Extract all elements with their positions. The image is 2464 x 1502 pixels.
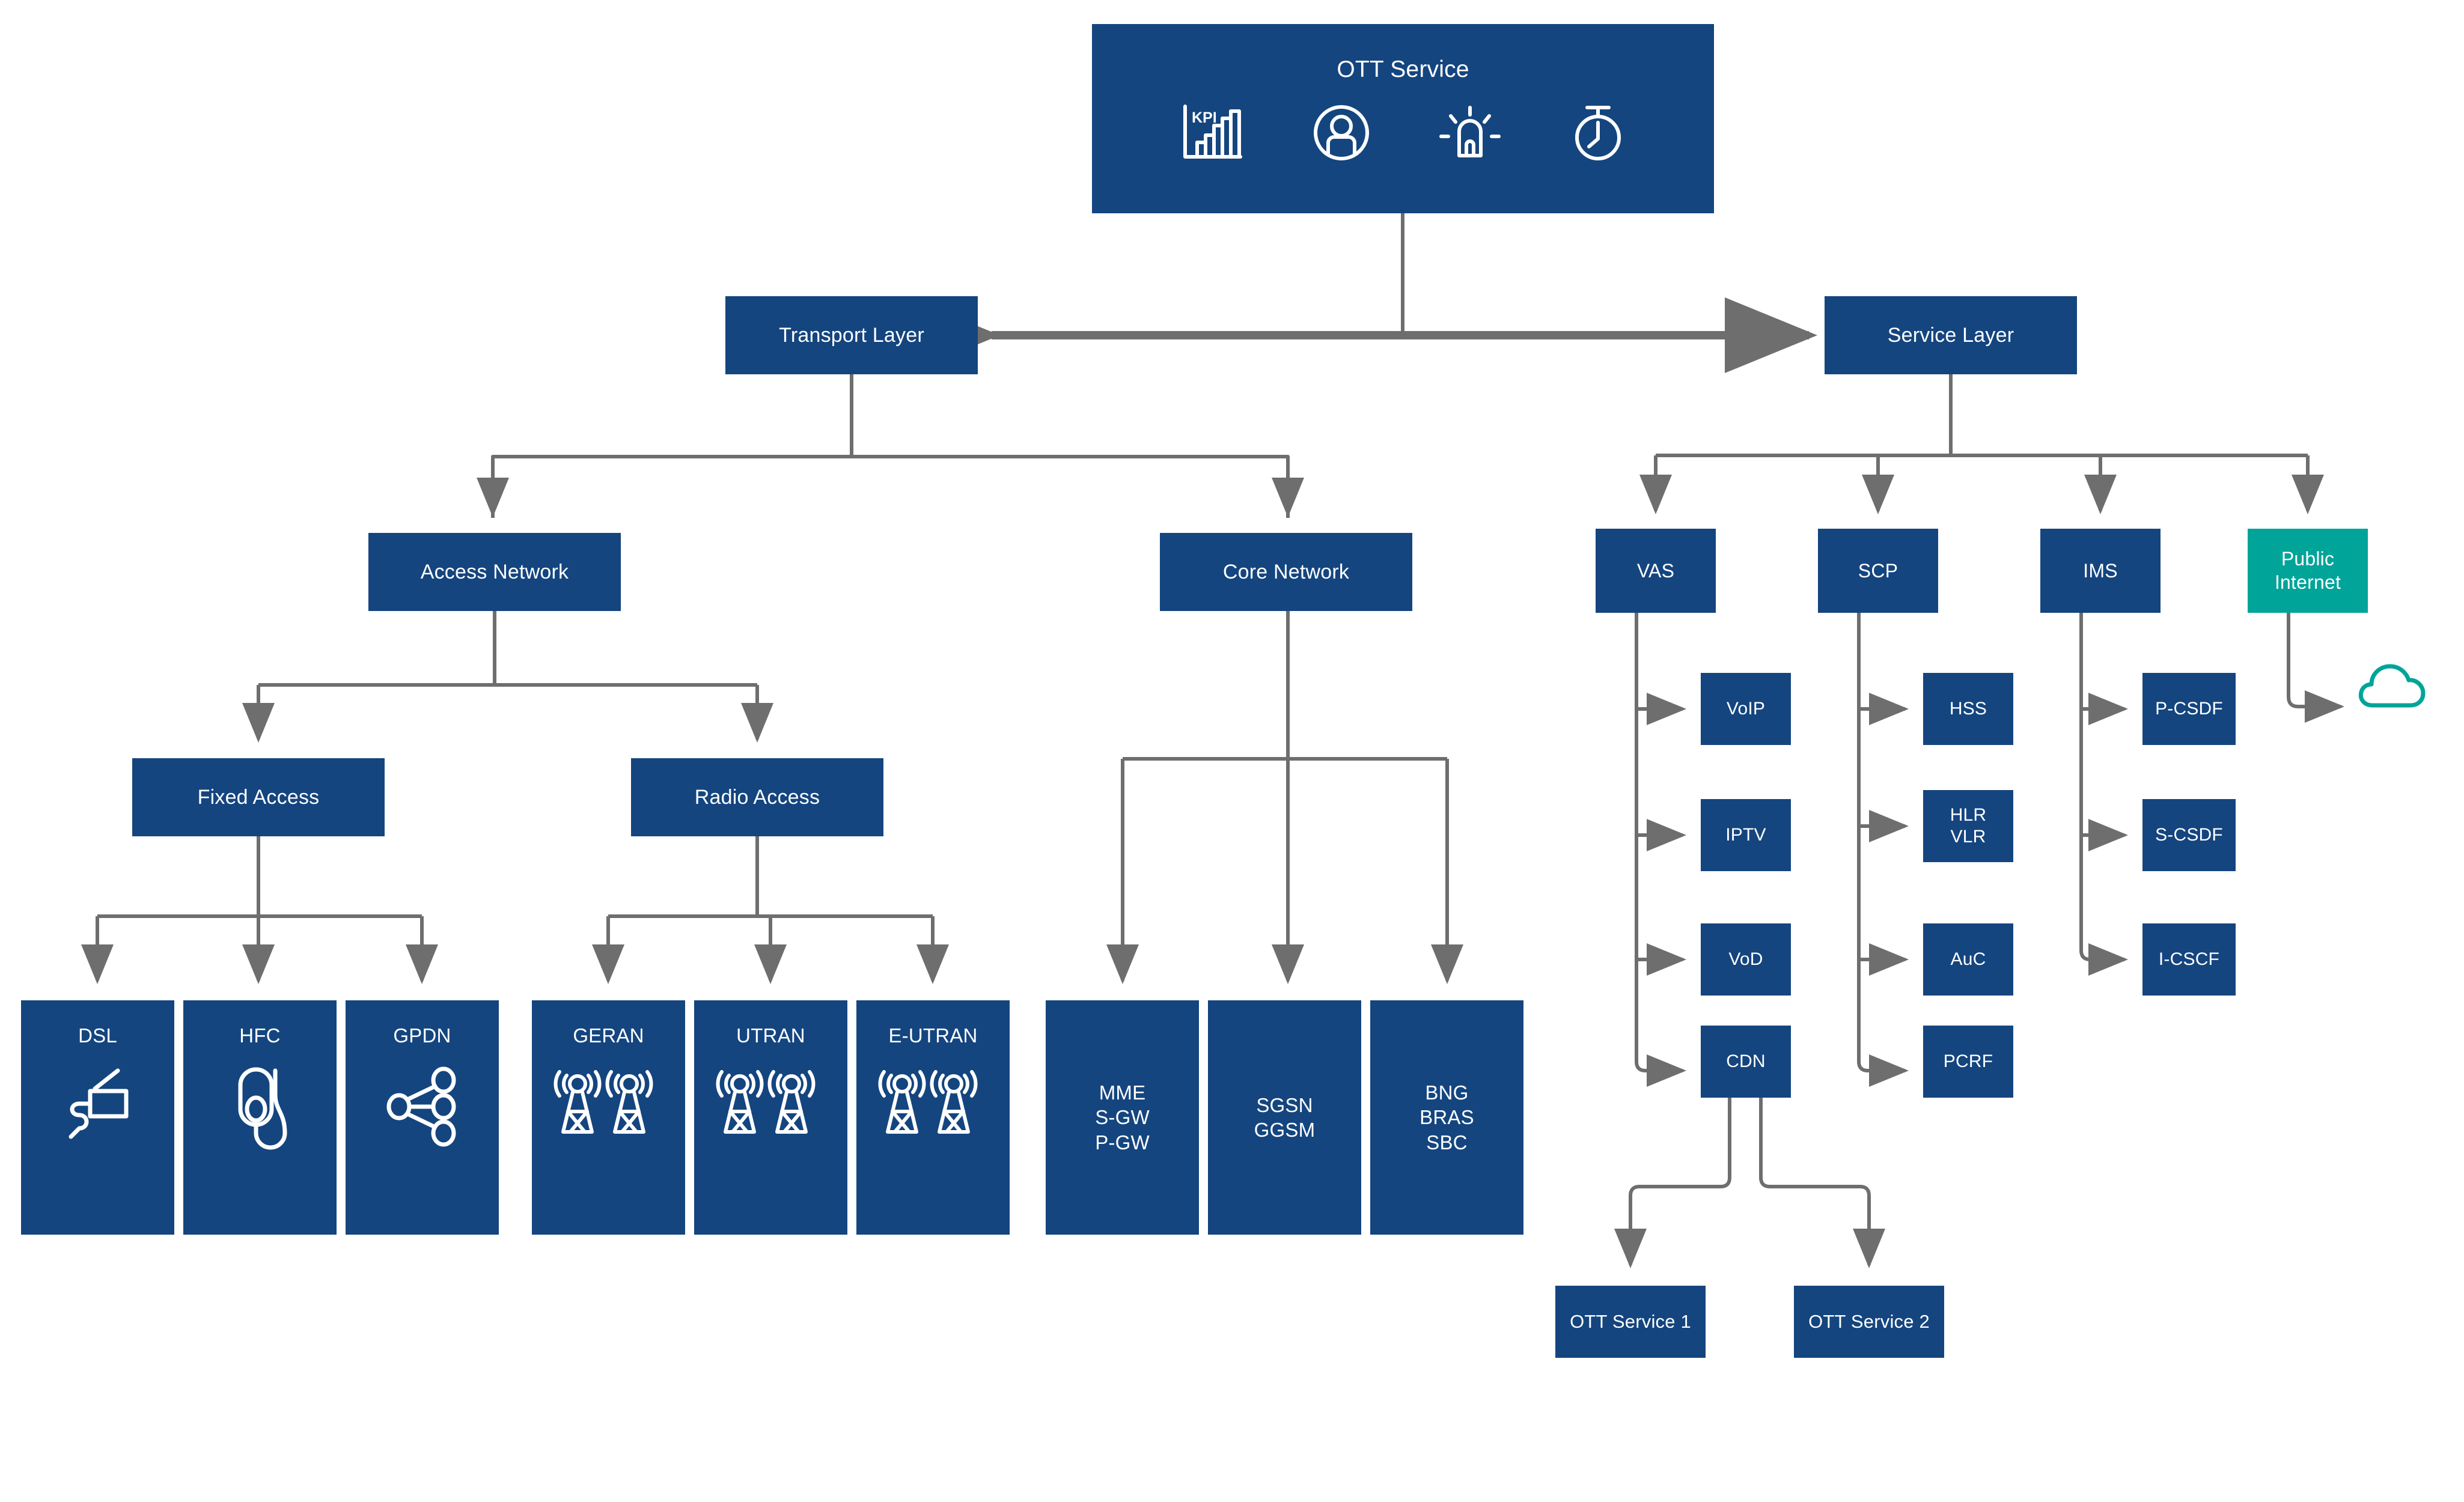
core-network-label: Core Network bbox=[1222, 560, 1350, 583]
public-internet-label: Public Internet bbox=[2274, 547, 2341, 593]
hfc-node[interactable]: HFC bbox=[183, 1000, 337, 1235]
cell-tower-pair-icon bbox=[711, 1066, 831, 1148]
vas-node[interactable]: VAS bbox=[1596, 529, 1716, 613]
pcrf-node[interactable]: PCRF bbox=[1923, 1026, 2013, 1098]
header-icon-row: KPI bbox=[1092, 103, 1714, 163]
auc-label: AuC bbox=[1950, 949, 1986, 969]
s-csdf-label: S-CSDF bbox=[2155, 825, 2223, 845]
core-node-bng-label: BNG BRAS SBC bbox=[1420, 1081, 1474, 1154]
fixed-access-node[interactable]: Fixed Access bbox=[132, 758, 385, 836]
core-node-mme[interactable]: MME S-GW P-GW bbox=[1046, 1000, 1199, 1235]
stopwatch-icon bbox=[1569, 103, 1627, 163]
p-csdf-label: P-CSDF bbox=[2155, 699, 2223, 719]
vod-node[interactable]: VoD bbox=[1701, 923, 1791, 996]
geran-label: GERAN bbox=[573, 1024, 644, 1047]
access-network-label: Access Network bbox=[420, 560, 569, 583]
lightbulb-icon bbox=[1439, 103, 1501, 163]
iptv-label: IPTV bbox=[1725, 825, 1766, 845]
ott-service-2-node[interactable]: OTT Service 2 bbox=[1794, 1286, 1944, 1358]
cloud-icon bbox=[2358, 664, 2426, 708]
transport-layer-node[interactable]: Transport Layer bbox=[725, 296, 978, 374]
ott-service-title: OTT Service bbox=[1337, 56, 1469, 82]
ims-node[interactable]: IMS bbox=[2040, 529, 2161, 613]
i-cscf-node[interactable]: I-CSCF bbox=[2142, 923, 2236, 996]
ott-service-header[interactable]: OTT Service KPI bbox=[1092, 24, 1714, 213]
hss-label: HSS bbox=[1949, 699, 1987, 719]
cdn-label: CDN bbox=[1726, 1051, 1766, 1071]
kpi-bar-chart-icon: KPI bbox=[1179, 103, 1244, 163]
cell-tower-pair-icon bbox=[873, 1066, 993, 1148]
i-cscf-label: I-CSCF bbox=[2158, 949, 2220, 969]
public-internet-node[interactable]: Public Internet bbox=[2248, 529, 2368, 613]
diagram-canvas: OTT Service KPI Transport Layer Service … bbox=[0, 0, 2464, 1502]
network-share-icon bbox=[377, 1066, 468, 1160]
dsl-label: DSL bbox=[78, 1024, 117, 1047]
gpdn-node[interactable]: GPDN bbox=[346, 1000, 499, 1235]
core-node-sgsn-label: SGSN GGSM bbox=[1254, 1093, 1316, 1141]
p-csdf-node[interactable]: P-CSDF bbox=[2142, 673, 2236, 745]
core-node-bng[interactable]: BNG BRAS SBC bbox=[1370, 1000, 1523, 1235]
dsl-node[interactable]: DSL bbox=[21, 1000, 174, 1235]
vas-label: VAS bbox=[1636, 560, 1675, 582]
radio-access-node[interactable]: Radio Access bbox=[631, 758, 883, 836]
auc-node[interactable]: AuC bbox=[1923, 923, 2013, 996]
pcrf-label: PCRF bbox=[1943, 1051, 1993, 1071]
transport-layer-label: Transport Layer bbox=[779, 323, 924, 347]
service-layer-node[interactable]: Service Layer bbox=[1825, 296, 2077, 374]
ott-service-1-label: OTT Service 1 bbox=[1570, 1310, 1691, 1332]
geran-node[interactable]: GERAN bbox=[532, 1000, 685, 1235]
user-circle-icon bbox=[1311, 103, 1371, 163]
dsl-modem-icon bbox=[53, 1066, 143, 1160]
hlr-vlr-node[interactable]: HLR VLR bbox=[1923, 790, 2013, 862]
core-network-node[interactable]: Core Network bbox=[1160, 533, 1412, 611]
ims-label: IMS bbox=[2083, 560, 2118, 582]
voip-label: VoIP bbox=[1726, 699, 1766, 719]
core-node-mme-label: MME S-GW P-GW bbox=[1095, 1081, 1150, 1154]
hlr-vlr-label: HLR VLR bbox=[1950, 805, 1987, 847]
gpdn-label: GPDN bbox=[393, 1024, 451, 1047]
hss-node[interactable]: HSS bbox=[1923, 673, 2013, 745]
utran-label: UTRAN bbox=[736, 1024, 805, 1047]
access-network-node[interactable]: Access Network bbox=[368, 533, 621, 611]
hfc-label: HFC bbox=[239, 1024, 281, 1047]
coaxial-cable-icon bbox=[215, 1066, 305, 1160]
ott-service-2-label: OTT Service 2 bbox=[1808, 1310, 1930, 1332]
iptv-node[interactable]: IPTV bbox=[1701, 799, 1791, 871]
s-csdf-node[interactable]: S-CSDF bbox=[2142, 799, 2236, 871]
scp-label: SCP bbox=[1858, 560, 1898, 582]
utran-node[interactable]: UTRAN bbox=[694, 1000, 847, 1235]
cdn-node[interactable]: CDN bbox=[1701, 1026, 1791, 1098]
service-layer-label: Service Layer bbox=[1887, 323, 2014, 347]
fixed-access-label: Fixed Access bbox=[197, 785, 320, 809]
cell-tower-pair-icon bbox=[549, 1066, 669, 1148]
core-node-sgsn[interactable]: SGSN GGSM bbox=[1208, 1000, 1361, 1235]
scp-node[interactable]: SCP bbox=[1818, 529, 1938, 613]
ott-service-1-node[interactable]: OTT Service 1 bbox=[1555, 1286, 1706, 1358]
vod-label: VoD bbox=[1728, 949, 1763, 969]
e-utran-label: E-UTRAN bbox=[888, 1024, 978, 1047]
connector-layer bbox=[81, 213, 2426, 1268]
svg-text:KPI: KPI bbox=[1192, 109, 1217, 126]
radio-access-label: Radio Access bbox=[694, 785, 820, 809]
voip-node[interactable]: VoIP bbox=[1701, 673, 1791, 745]
e-utran-node[interactable]: E-UTRAN bbox=[856, 1000, 1010, 1235]
